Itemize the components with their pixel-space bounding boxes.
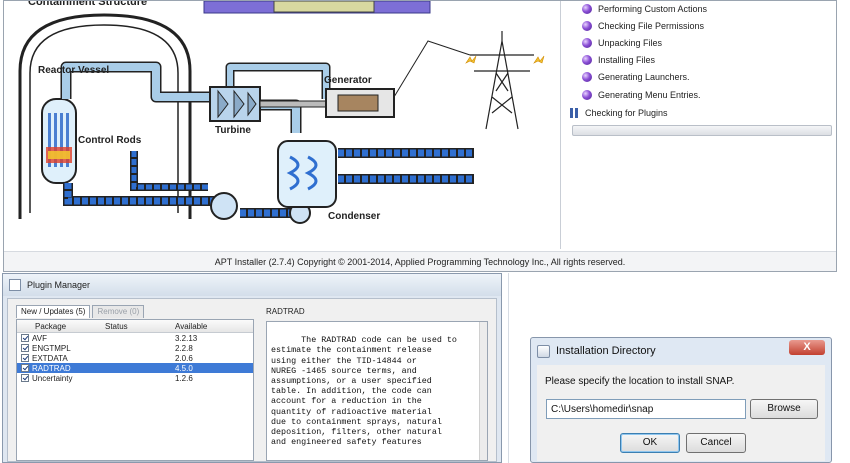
step-label: Generating Launchers. xyxy=(598,72,690,82)
water-pipes xyxy=(63,148,474,218)
package-name: Uncertainty xyxy=(32,373,73,383)
step-label: Generating Menu Entries. xyxy=(598,90,701,100)
package-available-version: 4.5.0 xyxy=(175,363,193,373)
step-item: Generating Menu Entries. xyxy=(582,87,701,103)
purple-sphere-icon xyxy=(582,4,592,14)
generator-shaft xyxy=(259,100,327,108)
dialog-title: Installation Directory xyxy=(556,345,656,357)
tab-new-updates[interactable]: New / Updates (5) xyxy=(16,305,91,318)
pause-icon xyxy=(570,108,579,118)
package-checkbox[interactable] xyxy=(21,354,29,362)
copyright-text: APT Installer (2.7.4) Copyright © 2001-2… xyxy=(4,251,836,271)
column-header-available[interactable]: Available xyxy=(175,320,245,332)
step-label: Performing Custom Actions xyxy=(598,4,708,14)
purple-sphere-icon xyxy=(582,21,592,31)
description-title: RADTRAD xyxy=(266,307,305,316)
panel-divider xyxy=(560,1,561,249)
step-label: Installing Files xyxy=(598,55,656,65)
pump-left xyxy=(210,192,238,220)
package-name: EXTDATA xyxy=(32,353,68,363)
step-label: Checking for Plugins xyxy=(585,108,668,118)
label-reactor-vessel: Reactor Vessel xyxy=(38,65,109,76)
step-label: Unpacking Files xyxy=(598,38,663,48)
table-row[interactable]: EXTDATA 2.0.6 xyxy=(17,353,253,363)
power-line xyxy=(393,40,471,98)
column-header-package[interactable]: Package xyxy=(17,320,105,332)
banner-machine xyxy=(273,0,375,13)
step-label: Checking File Permissions xyxy=(598,21,705,31)
installation-directory-dialog: Installation Directory X Please specify … xyxy=(530,337,832,463)
package-available-version: 3.2.13 xyxy=(175,333,198,343)
diagram-title: Containment Structure xyxy=(28,1,147,8)
condenser xyxy=(277,140,337,208)
step-item: Checking File Permissions xyxy=(582,18,704,34)
browse-button[interactable]: Browse xyxy=(750,399,818,419)
step-item-current: Checking for Plugins xyxy=(570,105,668,121)
steam-pipes xyxy=(60,61,331,133)
label-control-rods: Control Rods xyxy=(78,135,142,146)
step-item: Performing Custom Actions xyxy=(582,1,707,17)
generator xyxy=(325,88,395,118)
table-header: Package Status Available xyxy=(17,320,253,333)
plugin-tabs: New / Updates (5) Remove (0) xyxy=(16,305,146,318)
ok-button[interactable]: OK xyxy=(620,433,680,453)
dialog-titlebar[interactable]: Installation Directory xyxy=(531,338,831,364)
column-header-status[interactable]: Status xyxy=(105,320,175,332)
install-steps-panel: Performing Custom Actions Checking File … xyxy=(564,1,836,249)
transmission-tower xyxy=(470,31,534,130)
purple-sphere-icon xyxy=(582,72,592,82)
table-row-selected[interactable]: RADTRAD 4.5.0 xyxy=(17,363,253,373)
plugin-manager-window: Plugin Manager New / Updates (5) Remove … xyxy=(2,273,502,463)
turbine xyxy=(209,86,261,122)
reactor-diagram: Containment Structure Reactor Vessel Con… xyxy=(8,0,556,249)
table-row[interactable]: AVF 3.2.13 xyxy=(17,333,253,343)
install-location-prompt: Please specify the location to install S… xyxy=(545,376,735,387)
tab-remove[interactable]: Remove (0) xyxy=(92,305,145,318)
install-path-input[interactable] xyxy=(546,399,746,419)
label-generator: Generator xyxy=(324,75,372,86)
step-item: Unpacking Files xyxy=(582,35,662,51)
window-title: Plugin Manager xyxy=(27,280,91,290)
package-checkbox[interactable] xyxy=(21,334,29,342)
purple-sphere-icon xyxy=(582,38,592,48)
close-button[interactable]: X xyxy=(789,340,825,355)
purple-sphere-icon xyxy=(582,90,592,100)
cancel-button[interactable]: Cancel xyxy=(686,433,746,453)
description-scrollbar[interactable] xyxy=(479,322,487,460)
install-progress-bar xyxy=(572,125,832,136)
reactor-vessel xyxy=(41,98,77,184)
package-available-version: 1.2.6 xyxy=(175,373,193,383)
package-available-version: 2.2.8 xyxy=(175,343,193,353)
plugin-manager-titlebar[interactable]: Plugin Manager xyxy=(3,274,501,296)
package-checkbox[interactable] xyxy=(21,364,29,372)
package-table: Package Status Available AVF 3.2.13 ENGT… xyxy=(16,319,254,461)
label-condenser: Condenser xyxy=(328,211,380,222)
java-app-icon xyxy=(537,344,550,358)
label-turbine: Turbine xyxy=(215,125,251,136)
step-item: Installing Files xyxy=(582,52,655,68)
window-app-icon xyxy=(9,279,21,291)
package-name: AVF xyxy=(32,333,47,343)
package-checkbox[interactable] xyxy=(21,374,29,382)
package-available-version: 2.0.6 xyxy=(175,353,193,363)
plugin-manager-body: New / Updates (5) Remove (0) Package Sta… xyxy=(7,298,497,462)
description-textarea[interactable]: The RADTRAD code can be used to estimate… xyxy=(266,321,488,461)
purple-sphere-icon xyxy=(582,55,592,65)
package-name: RADTRAD xyxy=(32,363,71,373)
package-checkbox[interactable] xyxy=(21,344,29,352)
description-text: The RADTRAD code can be used to estimate… xyxy=(271,335,457,448)
package-name: ENGTMPL xyxy=(32,343,71,353)
table-row[interactable]: ENGTMPL 2.2.8 xyxy=(17,343,253,353)
installer-window: Containment Structure Reactor Vessel Con… xyxy=(3,0,837,272)
table-row[interactable]: Uncertainty 1.2.6 xyxy=(17,373,253,383)
dialog-body: Please specify the location to install S… xyxy=(537,365,825,461)
step-item: Generating Launchers. xyxy=(582,69,690,85)
